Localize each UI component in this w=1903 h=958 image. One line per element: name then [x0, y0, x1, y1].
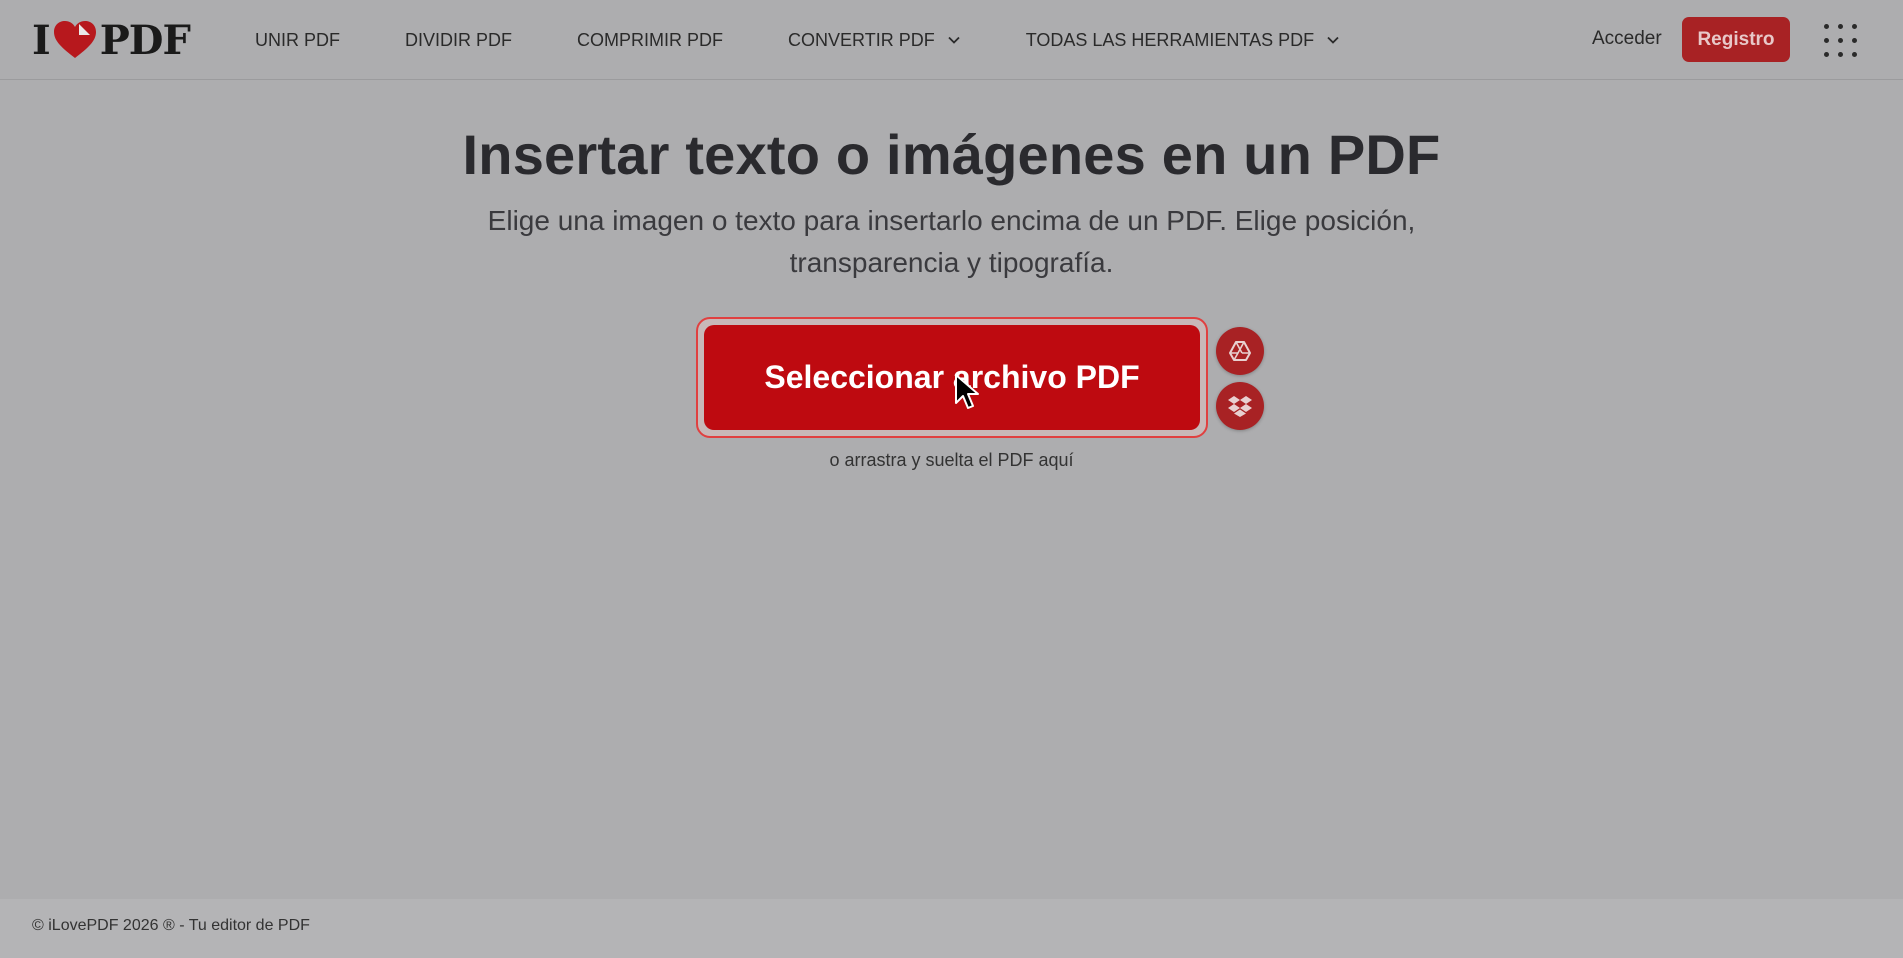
nav-dividir-pdf[interactable]: DIVIDIR PDF [405, 30, 512, 51]
nav-label: DIVIDIR PDF [405, 29, 513, 50]
page-footer: © iLovePDF 2026 ® - Tu editor de PDF [0, 899, 1903, 958]
select-file-focus-ring: Seleccionar archivo PDF [696, 317, 1208, 438]
page-subtitle: Elige una imagen o texto para insertarlo… [487, 205, 1416, 278]
nav-convertir-pdf[interactable]: CONVERTIR PDF [788, 30, 961, 51]
login-link[interactable]: Acceder [1592, 28, 1662, 50]
mouse-pointer-icon [955, 374, 979, 409]
ilovepdf-logo[interactable]: I PDF [32, 16, 191, 64]
nav-comprimir-pdf[interactable]: COMPRIMIR PDF [577, 30, 723, 51]
register-button[interactable]: Registro [1682, 17, 1790, 62]
main-nav: UNIR PDF DIVIDIR PDF COMPRIMIR PDF CONVE… [255, 0, 1405, 80]
chevron-down-icon [1327, 36, 1339, 44]
nav-label: UNIR PDF [255, 29, 340, 50]
google-drive-icon [1229, 341, 1251, 361]
nav-unir-pdf[interactable]: UNIR PDF [255, 30, 340, 51]
nav-label: TODAS LAS HERRAMIENTAS PDF [1025, 29, 1315, 50]
dropbox-icon [1228, 396, 1252, 417]
logo-letter-i: I [32, 16, 51, 64]
footer-copyright: © iLovePDF 2026 ® - Tu editor de PDF [32, 917, 310, 934]
page-title: Insertar texto o imágenes en un PDF [462, 123, 1441, 186]
select-pdf-button[interactable]: Seleccionar archivo PDF [704, 325, 1200, 430]
chevron-down-icon [948, 36, 960, 44]
heart-icon [53, 21, 96, 58]
drag-drop-hint: o arrastra y suelta el PDF aquí [829, 450, 1074, 470]
nav-label: COMPRIMIR PDF [577, 29, 724, 50]
nav-label: CONVERTIR PDF [788, 29, 935, 50]
grid-icon[interactable] [1822, 22, 1858, 58]
dropbox-button[interactable] [1216, 382, 1264, 430]
nav-todas-herramientas[interactable]: TODAS LAS HERRAMIENTAS PDF [1026, 30, 1340, 51]
logo-text-pdf: PDF [99, 16, 191, 64]
top-header: I PDF UNIR PDF DIVIDIR PDF COMPRIMIR PDF… [0, 0, 1903, 80]
google-drive-button[interactable] [1216, 327, 1264, 375]
